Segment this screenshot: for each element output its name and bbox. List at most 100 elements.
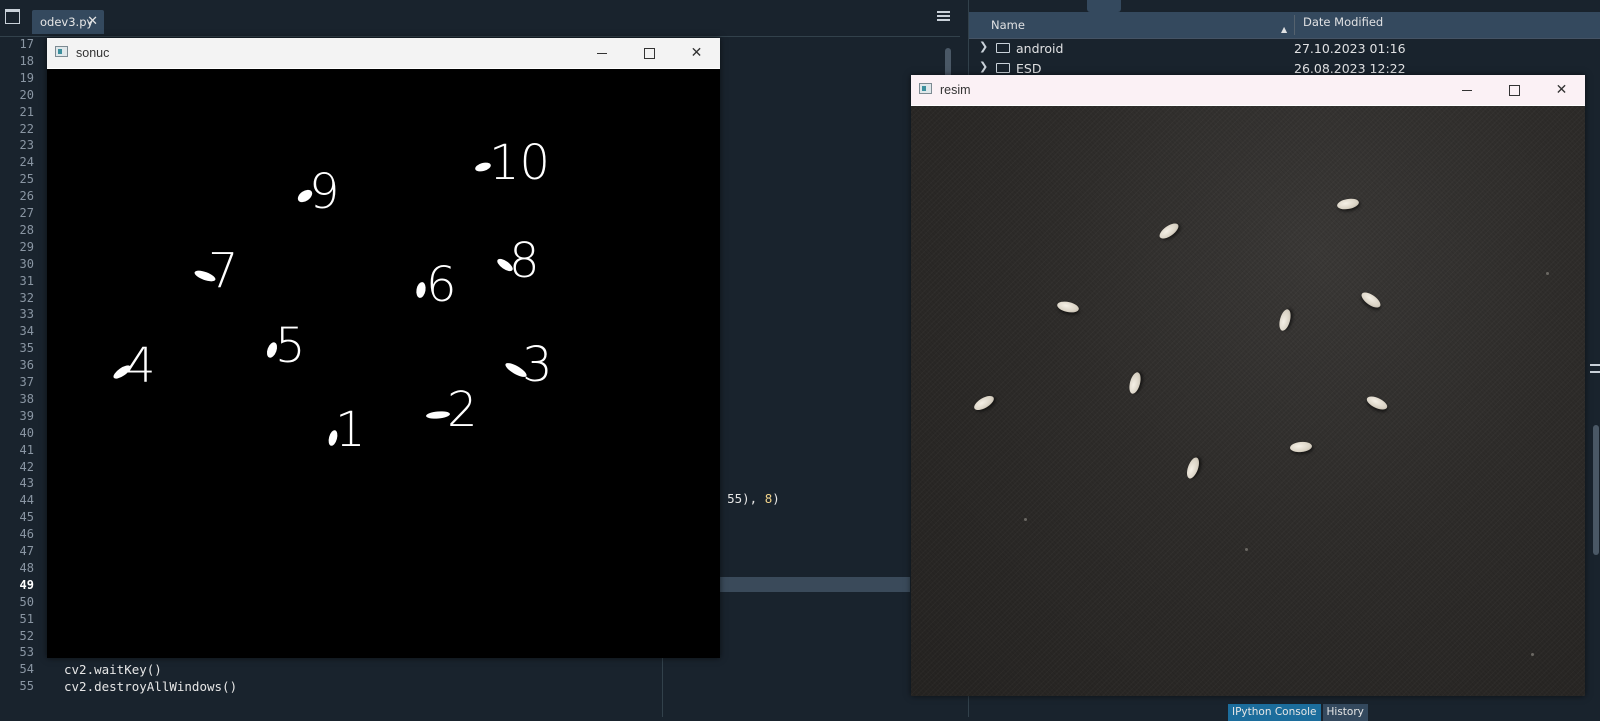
line-number: 42 xyxy=(19,459,34,474)
line-number: 36 xyxy=(19,358,34,373)
fabric-speck xyxy=(1531,653,1534,656)
resim-titlebar[interactable]: resim ✕ xyxy=(911,75,1585,105)
window-title: sonuc xyxy=(76,46,110,60)
code-fragment: ) xyxy=(772,491,780,506)
line-number: 21 xyxy=(19,104,34,119)
line-number: 55 xyxy=(19,679,34,694)
label-2: 2 xyxy=(447,382,478,438)
line-number: 25 xyxy=(19,172,34,187)
options-menu-icon[interactable] xyxy=(937,11,950,21)
close-button[interactable]: ✕ xyxy=(1538,75,1585,105)
tab-label: odev3.py xyxy=(40,15,94,29)
line-number: 33 xyxy=(19,307,34,322)
file-name: ESD xyxy=(1016,61,1042,76)
chevron-right-icon[interactable]: ❯ xyxy=(979,60,988,73)
tab-history[interactable]: History xyxy=(1322,704,1368,721)
line-number: 37 xyxy=(19,375,34,389)
tab-ipython-console[interactable]: IPython Console xyxy=(1228,704,1321,721)
tab-odev3[interactable]: odev3.py ✕ xyxy=(32,10,104,34)
bottom-tab-bar: IPython Console History xyxy=(1228,700,1370,721)
line-number: 44 xyxy=(19,493,34,508)
code-fragment: 55), xyxy=(727,491,765,506)
line-number: 49 xyxy=(19,577,34,592)
line-number: 23 xyxy=(19,138,34,153)
file-row[interactable]: ❯ android 27.10.2023 01:16 xyxy=(969,39,1600,59)
column-header-date[interactable]: Date Modified xyxy=(1294,15,1383,35)
line-number: 41 xyxy=(19,442,34,457)
line-number: 31 xyxy=(19,273,34,288)
app-icon xyxy=(919,83,932,94)
fabric-speck xyxy=(1245,548,1248,551)
maximize-button[interactable] xyxy=(626,38,673,68)
chevron-right-icon[interactable]: ❯ xyxy=(979,40,988,53)
code-line-55[interactable]: cv2.destroyAllWindows() xyxy=(64,679,237,694)
line-number: 53 xyxy=(19,645,34,660)
folder-icon xyxy=(996,43,1010,53)
line-number: 39 xyxy=(19,408,34,423)
line-number: 26 xyxy=(19,189,34,204)
code-line-54[interactable]: cv2.waitKey() xyxy=(64,662,162,677)
sonuc-titlebar[interactable]: sonuc ✕ xyxy=(47,38,720,68)
file-date: 27.10.2023 01:16 xyxy=(1294,41,1406,56)
sonuc-window: sonuc ✕ 1 2 3 4 5 6 7 8 9 10 xyxy=(47,38,720,658)
code-line-43: 55), 8) xyxy=(712,476,780,506)
scrollbar-thumb[interactable] xyxy=(1593,425,1599,555)
window-title: resim xyxy=(940,83,971,97)
close-icon[interactable]: ✕ xyxy=(87,10,98,34)
line-number: 38 xyxy=(19,391,34,406)
app-icon xyxy=(55,46,68,57)
line-number: 51 xyxy=(19,611,34,626)
fabric-texture xyxy=(911,106,1585,696)
line-number-gutter: 17 18 19 20 21 22 23 24 25 26 27 28 29 30 31 32 33 34 35 36… xyxy=(0,37,38,717)
resim-window: resim ✕ xyxy=(911,75,1585,696)
close-button[interactable]: ✕ xyxy=(673,38,720,68)
window-icon[interactable] xyxy=(5,9,20,24)
line-number: 54 xyxy=(19,662,34,677)
line-number: 17 xyxy=(19,37,34,51)
sort-ascending-icon[interactable]: ▲ xyxy=(1281,25,1287,34)
line-number: 20 xyxy=(19,87,34,102)
editor-topbar: odev3.py ✕ xyxy=(0,0,960,37)
label-10: 10 xyxy=(489,135,550,191)
line-number: 32 xyxy=(19,290,34,305)
file-browser-toolbar-tab[interactable] xyxy=(1087,0,1121,12)
line-number: 18 xyxy=(19,53,34,68)
line-number: 22 xyxy=(19,121,34,136)
minimize-button[interactable] xyxy=(1444,75,1491,105)
file-list-header: Name ▲ Date Modified xyxy=(969,12,1600,39)
line-number: 19 xyxy=(19,70,34,85)
file-date: 26.08.2023 12:22 xyxy=(1294,61,1406,76)
line-number: 40 xyxy=(19,425,34,440)
label-3: 3 xyxy=(522,337,553,393)
folder-icon xyxy=(996,63,1010,73)
line-number: 24 xyxy=(19,155,34,170)
right-pane-menu-icon[interactable] xyxy=(1590,364,1600,373)
line-number: 29 xyxy=(19,239,34,254)
line-number: 45 xyxy=(19,510,34,525)
line-number: 48 xyxy=(19,560,34,575)
line-number: 43 xyxy=(19,476,34,491)
maximize-button[interactable] xyxy=(1491,75,1538,105)
result-canvas: 1 2 3 4 5 6 7 8 9 10 xyxy=(47,69,720,658)
rice-photo xyxy=(911,106,1585,696)
label-7: 7 xyxy=(208,243,239,299)
editor-line-highlight xyxy=(720,577,910,592)
column-header-name[interactable]: Name xyxy=(991,18,1025,32)
line-number: 28 xyxy=(19,222,34,237)
line-number: 30 xyxy=(19,256,34,271)
label-4: 4 xyxy=(125,338,156,394)
line-number: 50 xyxy=(19,594,34,609)
line-number: 27 xyxy=(19,206,34,220)
file-name: android xyxy=(1016,41,1064,56)
label-6: 6 xyxy=(426,257,457,313)
result-image: 1 2 3 4 5 6 7 8 9 10 xyxy=(113,135,553,458)
label-8: 8 xyxy=(509,233,540,289)
line-number: 35 xyxy=(19,341,34,356)
fabric-speck xyxy=(1546,272,1549,275)
line-number: 47 xyxy=(19,544,34,558)
line-number: 52 xyxy=(19,628,34,643)
minimize-button[interactable] xyxy=(579,38,626,68)
line-number: 34 xyxy=(19,324,34,339)
label-5: 5 xyxy=(275,318,306,374)
line-number: 46 xyxy=(19,527,34,542)
